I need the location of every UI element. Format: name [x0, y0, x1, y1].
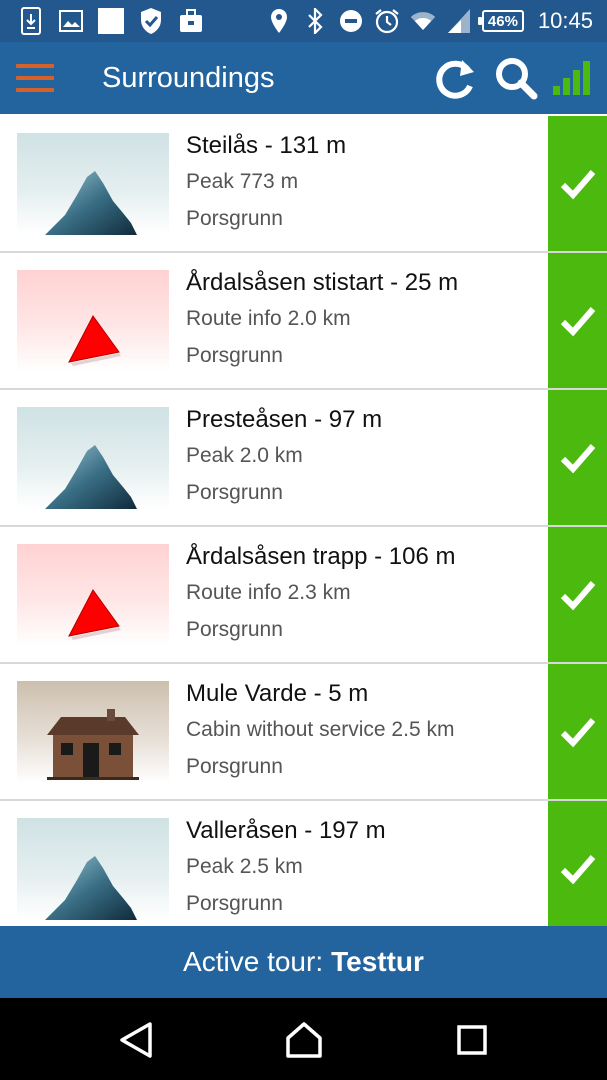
- item-location: Porsgrunn: [186, 481, 283, 504]
- checkmark-icon: [560, 169, 595, 199]
- recent-apps-icon[interactable]: [456, 1024, 488, 1056]
- item-title: Valleråsen - 197 m: [186, 817, 386, 844]
- item-subtitle: Route info 2.3 km: [186, 581, 351, 604]
- active-tour-name: Testtur: [331, 946, 424, 977]
- status-system: 46% 10:45: [266, 6, 593, 36]
- status-notifications: [18, 6, 204, 36]
- item-location: Porsgrunn: [186, 892, 283, 915]
- home-icon[interactable]: [284, 1020, 324, 1060]
- signal-strength-icon[interactable]: [552, 60, 592, 96]
- battery-icon: 46%: [477, 10, 524, 32]
- check-button[interactable]: [548, 390, 607, 525]
- checkmark-icon: [560, 306, 595, 336]
- item-subtitle: Cabin without service 2.5 km: [186, 718, 455, 741]
- list-item[interactable]: Mule Varde - 5 m Cabin without service 2…: [0, 664, 607, 801]
- refresh-icon[interactable]: [432, 56, 478, 102]
- item-location: Porsgrunn: [186, 618, 283, 641]
- battery-level: 46%: [487, 12, 518, 30]
- list-item[interactable]: Valleråsen - 197 m Peak 2.5 km Porsgrunn: [0, 801, 607, 926]
- checkmark-icon: [560, 443, 595, 473]
- menu-icon[interactable]: [16, 62, 54, 94]
- download-icon: [18, 7, 44, 35]
- list-item[interactable]: Årdalsåsen trapp - 106 m Route info 2.3 …: [0, 527, 607, 664]
- route-thumbnail: [17, 270, 169, 372]
- item-title: Steilås - 131 m: [186, 132, 347, 159]
- active-tour-bar[interactable]: Active tour: Testtur: [0, 926, 607, 998]
- item-subtitle: Peak 2.0 km: [186, 444, 303, 467]
- clock: 10:45: [537, 8, 593, 33]
- check-button[interactable]: [548, 664, 607, 799]
- search-icon[interactable]: [494, 56, 538, 100]
- checkmark-icon: [560, 580, 595, 610]
- route-thumbnail: [17, 544, 169, 646]
- bluetooth-icon: [302, 7, 328, 35]
- list-item[interactable]: Årdalsåsen stistart - 25 m Route info 2.…: [0, 253, 607, 390]
- wifi-icon: [410, 7, 436, 35]
- item-title: Årdalsåsen trapp - 106 m: [186, 543, 456, 570]
- check-button[interactable]: [548, 527, 607, 662]
- status-bar: 46% 10:45: [0, 0, 607, 42]
- item-location: Porsgrunn: [186, 344, 283, 367]
- list-item[interactable]: Steilås - 131 m Peak 773 m Porsgrunn: [0, 116, 607, 253]
- item-title: Årdalsåsen stistart - 25 m: [186, 269, 459, 296]
- item-subtitle: Route info 2.0 km: [186, 307, 351, 330]
- checkmark-icon: [560, 854, 595, 884]
- alarm-icon: [374, 7, 400, 35]
- item-title: Presteåsen - 97 m: [186, 406, 383, 433]
- check-button[interactable]: [548, 801, 607, 926]
- location-icon: [266, 7, 292, 35]
- shield-check-icon: [138, 7, 164, 35]
- item-subtitle: Peak 2.5 km: [186, 855, 303, 878]
- list-item[interactable]: Presteåsen - 97 m Peak 2.0 km Porsgrunn: [0, 390, 607, 527]
- check-button[interactable]: [548, 116, 607, 251]
- checkmark-icon: [560, 717, 595, 747]
- check-button[interactable]: [548, 253, 607, 388]
- do-not-disturb-icon: [338, 7, 364, 35]
- app-bar: Surroundings: [0, 42, 607, 114]
- item-title: Mule Varde - 5 m: [186, 680, 369, 707]
- back-icon[interactable]: [118, 1020, 154, 1060]
- active-tour-label: Active tour:: [183, 946, 324, 977]
- page-title: Surroundings: [102, 62, 275, 94]
- peak-thumbnail: [17, 133, 169, 235]
- item-subtitle: Peak 773 m: [186, 170, 299, 193]
- cabin-thumbnail: [17, 681, 169, 783]
- cell-signal-icon: [446, 7, 472, 35]
- surroundings-list: Steilås - 131 m Peak 773 m Porsgrunn Ård…: [0, 116, 607, 926]
- item-location: Porsgrunn: [186, 207, 283, 230]
- peak-thumbnail: [17, 407, 169, 509]
- image-icon: [58, 7, 84, 35]
- item-location: Porsgrunn: [186, 755, 283, 778]
- blank-square-icon: [98, 7, 124, 35]
- peak-thumbnail: [17, 818, 169, 920]
- system-nav-bar: [0, 998, 607, 1080]
- briefcase-icon: [178, 7, 204, 35]
